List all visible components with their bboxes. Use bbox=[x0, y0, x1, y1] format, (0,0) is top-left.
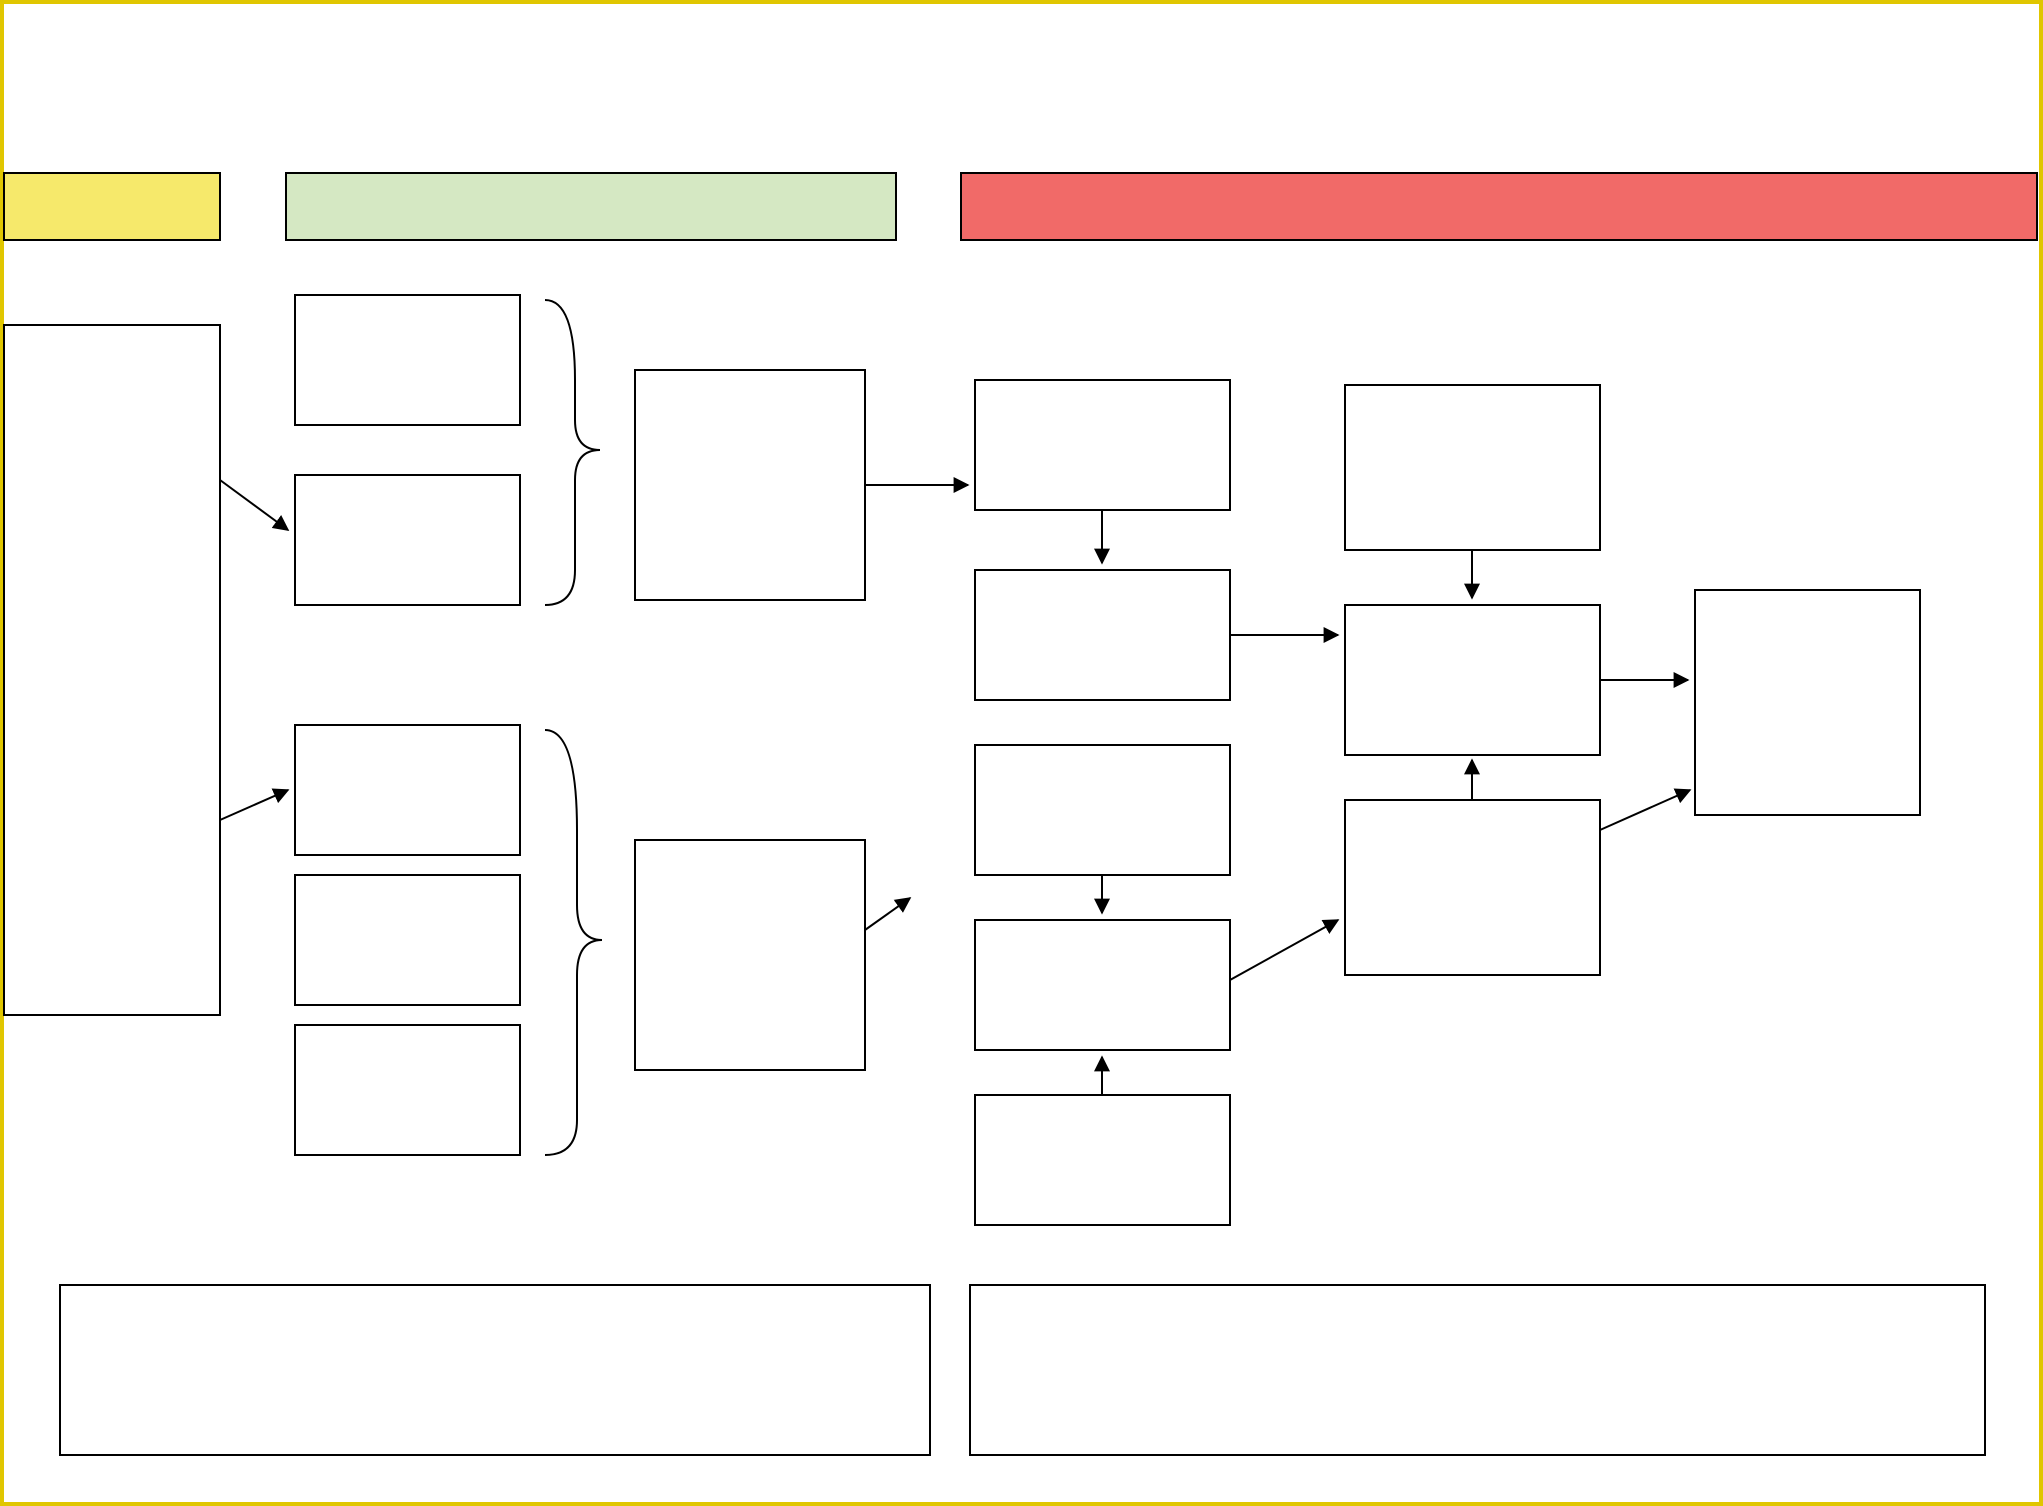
merge-top bbox=[635, 370, 865, 600]
c4-top-a bbox=[975, 380, 1230, 510]
c4-bot-c bbox=[975, 1095, 1230, 1225]
header-yellow bbox=[4, 173, 220, 240]
c2-bot-b bbox=[295, 875, 520, 1005]
c4-top-b bbox=[975, 570, 1230, 700]
brace-bottom bbox=[545, 730, 602, 1155]
footer-right bbox=[970, 1285, 1985, 1455]
diagram-canvas bbox=[0, 0, 2043, 1506]
c5-top-b bbox=[1345, 605, 1600, 755]
arrow-c4botb-to-c5bot bbox=[1230, 920, 1338, 980]
arrow-mb-diag1 bbox=[865, 898, 910, 930]
c5-bot bbox=[1345, 800, 1600, 975]
root-box bbox=[4, 325, 220, 1015]
header-green bbox=[286, 173, 896, 240]
final-box bbox=[1695, 590, 1920, 815]
arrow-root-to-c2top bbox=[220, 480, 288, 530]
merge-bottom bbox=[635, 840, 865, 1070]
c2-bot-c bbox=[295, 1025, 520, 1155]
c2-top-a bbox=[295, 295, 520, 425]
header-red bbox=[961, 173, 2037, 240]
c4-bot-a bbox=[975, 745, 1230, 875]
footer-left bbox=[60, 1285, 930, 1455]
brace-top bbox=[545, 300, 600, 605]
c2-bot-a bbox=[295, 725, 520, 855]
arrow-root-to-c2bot bbox=[220, 790, 288, 820]
arrow-c5bot-to-final bbox=[1600, 790, 1690, 830]
c2-top-b bbox=[295, 475, 520, 605]
c4-bot-b bbox=[975, 920, 1230, 1050]
c5-top-a bbox=[1345, 385, 1600, 550]
